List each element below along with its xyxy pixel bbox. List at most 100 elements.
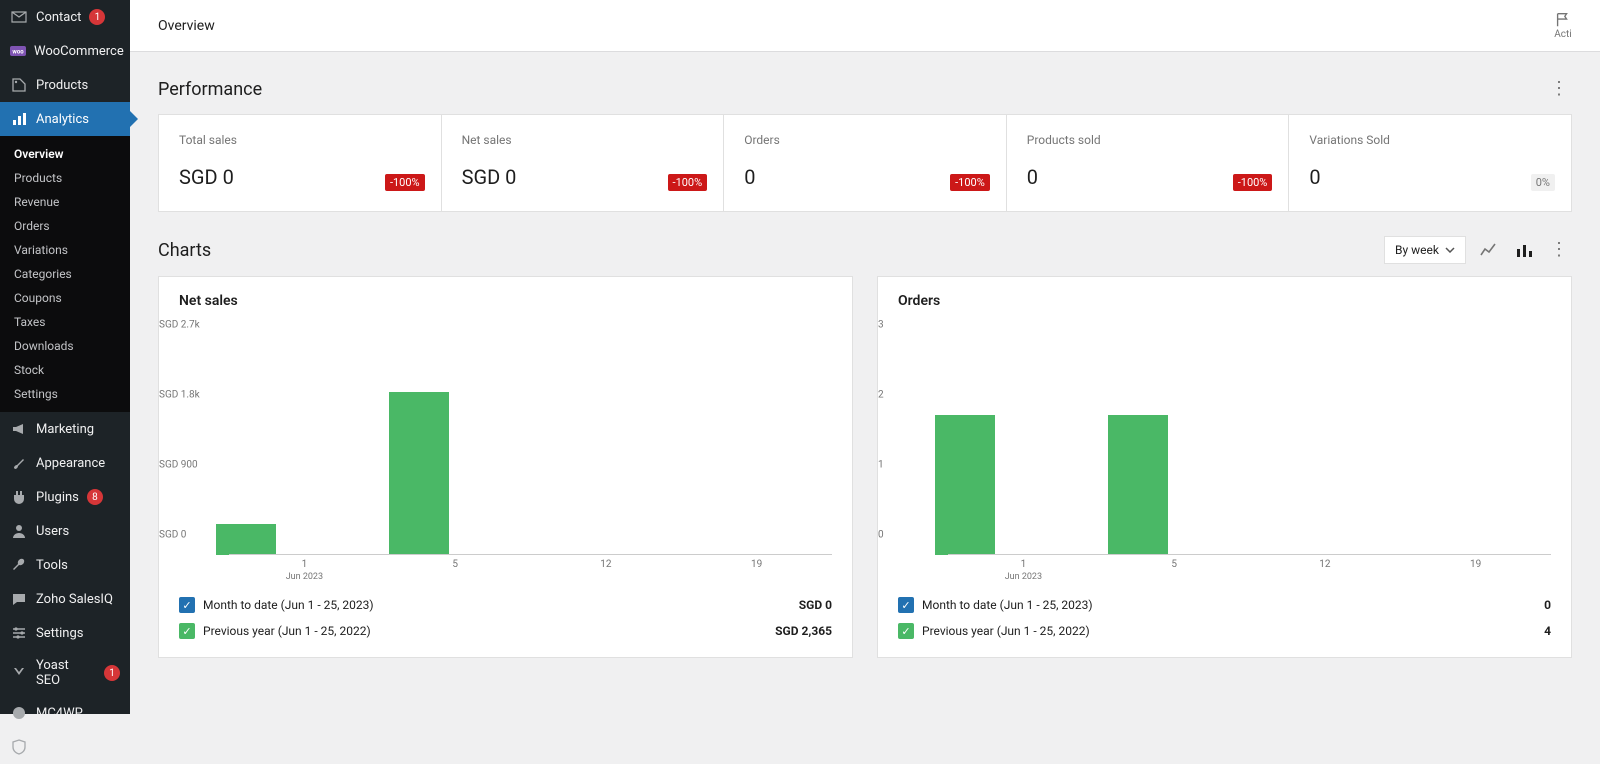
sidebar-item-label: Zoho SalesIQ (36, 592, 113, 607)
content: Performance ⋮ Total sales SGD 0 -100% Ne… (130, 52, 1600, 706)
sidebar-item-settings[interactable]: Settings (0, 616, 130, 650)
charts-section: Charts By week ⋮ Net salesSGD 0SGD 900SG… (130, 236, 1600, 658)
legend-checkbox[interactable]: ✓ (179, 623, 195, 639)
perf-card-products-sold[interactable]: Products sold 0 -100% (1007, 115, 1290, 211)
yoast-icon (10, 664, 28, 682)
mailchimp-icon (10, 704, 28, 722)
sidebar-item-contact[interactable]: Contact 1 (0, 0, 130, 34)
legend-value: 4 (1544, 624, 1551, 638)
sidebar-sub-coupons[interactable]: Coupons (0, 286, 130, 310)
perf-delta: 0% (1531, 174, 1555, 191)
y-tick: SGD 2.7k (159, 320, 221, 331)
legend-checkbox[interactable]: ✓ (898, 623, 914, 639)
sidebar-item-zoho[interactable]: Zoho SalesIQ (0, 582, 130, 616)
perf-card-net-sales[interactable]: Net sales SGD 0 -100% (442, 115, 725, 211)
x-tick: 19 (751, 559, 762, 570)
sidebar-sub-overview[interactable]: Overview (0, 142, 130, 166)
sidebar-sub-products[interactable]: Products (0, 166, 130, 190)
x-tick: 12 (600, 559, 611, 570)
performance-menu-button[interactable]: ⋮ (1546, 76, 1572, 102)
legend-label: Previous year (Jun 1 - 25, 2022) (203, 624, 371, 638)
legend-label: Previous year (Jun 1 - 25, 2022) (922, 624, 1090, 638)
chart-legend: ✓ Month to date (Jun 1 - 25, 2023) SGD 0… (159, 583, 852, 657)
legend-row[interactable]: ✓ Month to date (Jun 1 - 25, 2023) SGD 0 (179, 597, 832, 613)
admin-sidebar: Contact 1 woo WooCommerce Products Analy… (0, 0, 130, 714)
activity-label: Acti (1554, 29, 1571, 40)
sidebar-item-appearance[interactable]: Appearance (0, 446, 130, 480)
svg-text:woo: woo (12, 49, 24, 56)
performance-title: Performance (158, 79, 262, 100)
performance-cards: Total sales SGD 0 -100% Net sales SGD 0 … (158, 114, 1572, 212)
chevron-down-icon (1445, 247, 1455, 253)
sidebar-item-tools[interactable]: Tools (0, 548, 130, 582)
perf-delta: -100% (668, 174, 708, 191)
sidebar-item-analytics[interactable]: Analytics (0, 102, 130, 136)
sidebar-item-users[interactable]: Users (0, 514, 130, 548)
sliders-icon (10, 624, 28, 642)
y-tick: 3 (878, 320, 940, 331)
x-tick: 19 (1470, 559, 1481, 570)
perf-label: Variations Sold (1309, 133, 1551, 147)
user-icon (10, 522, 28, 540)
sidebar-item-label: Security (36, 740, 83, 755)
page-title: Overview (158, 18, 215, 34)
legend-label: Month to date (Jun 1 - 25, 2023) (203, 598, 374, 612)
legend-value: SGD 2,365 (775, 624, 832, 638)
y-tick: 1 (878, 460, 940, 471)
sidebar-sub-categories[interactable]: Categories (0, 262, 130, 286)
chart-bar (216, 524, 276, 555)
x-tick: 1Jun 2023 (286, 559, 323, 582)
sidebar-sub-stock[interactable]: Stock (0, 358, 130, 382)
sidebar-item-label: Tools (36, 558, 68, 573)
legend-row[interactable]: ✓ Month to date (Jun 1 - 25, 2023) 0 (898, 597, 1551, 613)
legend-checkbox[interactable]: ✓ (898, 597, 914, 613)
count-badge: 8 (87, 489, 103, 505)
sidebar-item-mc4wp[interactable]: MC4WP (0, 696, 130, 730)
legend-row[interactable]: ✓ Previous year (Jun 1 - 25, 2022) SGD 2… (179, 623, 832, 639)
legend-checkbox[interactable]: ✓ (179, 597, 195, 613)
chart-legend: ✓ Month to date (Jun 1 - 25, 2023) 0 ✓ P… (878, 583, 1571, 657)
sidebar-sub-downloads[interactable]: Downloads (0, 334, 130, 358)
x-tick: 5 (1171, 559, 1177, 570)
sidebar-sub-orders[interactable]: Orders (0, 214, 130, 238)
line-chart-toggle[interactable] (1474, 236, 1502, 264)
y-tick: SGD 900 (159, 460, 221, 471)
x-tick: 12 (1319, 559, 1330, 570)
sidebar-item-yoast[interactable]: Yoast SEO 1 (0, 650, 130, 696)
sidebar-sub-settings[interactable]: Settings (0, 382, 130, 406)
perf-card-variations-sold[interactable]: Variations Sold 0 0% (1289, 115, 1571, 211)
interval-select[interactable]: By week (1384, 236, 1466, 264)
sidebar-item-plugins[interactable]: Plugins 8 (0, 480, 130, 514)
sidebar-item-marketing[interactable]: Marketing (0, 412, 130, 446)
chart-bar (389, 392, 449, 555)
analytics-icon (10, 110, 28, 128)
x-ticks: 1Jun 202351219 (159, 555, 852, 583)
y-tick: SGD 0 (159, 530, 221, 541)
chart-bar (1108, 415, 1168, 555)
chat-icon (10, 590, 28, 608)
sidebar-sub-variations[interactable]: Variations (0, 238, 130, 262)
bar-chart-toggle[interactable] (1510, 236, 1538, 264)
perf-card-total-sales[interactable]: Total sales SGD 0 -100% (159, 115, 442, 211)
chart-plot: SGD 0SGD 900SGD 1.8kSGD 2.7k (159, 325, 852, 555)
perf-label: Orders (744, 133, 986, 147)
interval-label: By week (1395, 243, 1439, 257)
sidebar-item-products[interactable]: Products (0, 68, 130, 102)
charts-menu-button[interactable]: ⋮ (1546, 237, 1572, 263)
sidebar-item-woocommerce[interactable]: woo WooCommerce (0, 34, 130, 68)
x-tick: 1Jun 2023 (1005, 559, 1042, 582)
legend-row[interactable]: ✓ Previous year (Jun 1 - 25, 2022) 4 (898, 623, 1551, 639)
charts-title: Charts (158, 240, 211, 261)
perf-card-orders[interactable]: Orders 0 -100% (724, 115, 1007, 211)
sidebar-item-security[interactable]: Security (0, 730, 130, 764)
topbar: Overview Acti (130, 0, 1600, 52)
perf-label: Products sold (1027, 133, 1269, 147)
legend-label: Month to date (Jun 1 - 25, 2023) (922, 598, 1093, 612)
sidebar-sub-taxes[interactable]: Taxes (0, 310, 130, 334)
active-pointer-icon (130, 111, 138, 127)
sidebar-sub-revenue[interactable]: Revenue (0, 190, 130, 214)
chart-bar (935, 415, 995, 555)
megaphone-icon (10, 420, 28, 438)
sidebar-item-label: Contact (36, 10, 81, 25)
activity-button[interactable]: Acti (1554, 11, 1572, 40)
